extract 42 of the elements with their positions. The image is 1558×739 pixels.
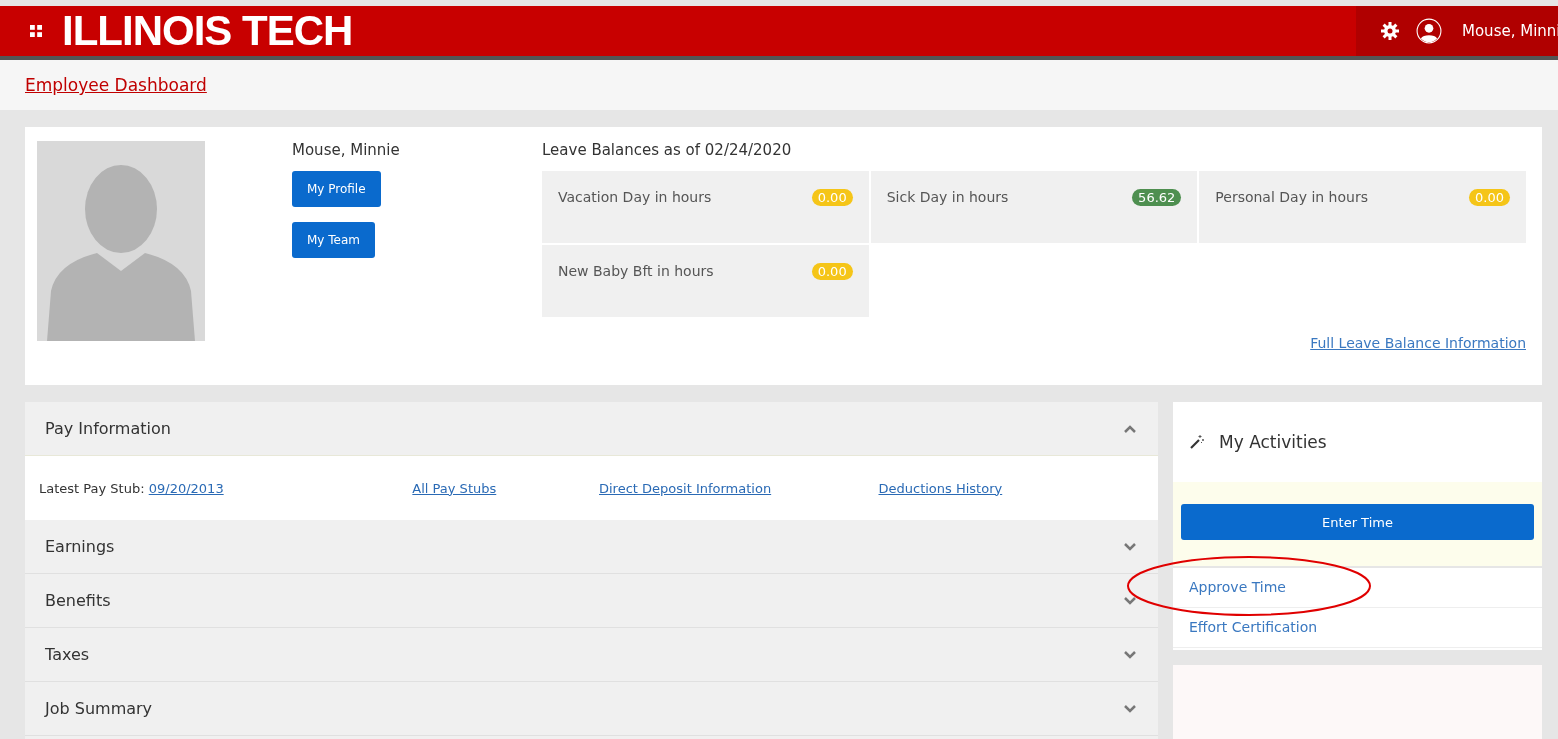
breadcrumb-link[interactable]: Employee Dashboard <box>25 75 207 95</box>
section-title: Taxes <box>45 645 90 664</box>
logo-text[interactable]: ILLINOIS TECH <box>62 7 353 55</box>
leave-balances-title: Leave Balances as of 02/24/2020 <box>542 141 793 159</box>
activity-link[interactable]: Approve Time <box>1173 568 1542 608</box>
activity-link[interactable]: Effort Certification <box>1173 608 1542 648</box>
hours-badge: 0.00 <box>1469 189 1510 206</box>
chevron-down-icon <box>1124 704 1136 713</box>
accordion-header[interactable]: Benefits <box>25 574 1158 628</box>
chevron-down-icon <box>1124 596 1136 605</box>
profile-button[interactable]: My Profile <box>292 171 381 207</box>
pay-stub-date-link[interactable]: 09/20/2013 <box>148 480 224 496</box>
pay-link[interactable]: Direct Deposit Information <box>599 480 879 496</box>
chevron-up-icon <box>1124 424 1136 433</box>
activities-title: My Activities <box>1219 432 1327 452</box>
hours-badge: 0.00 <box>811 263 853 280</box>
leave-type-label: New Baby Bft in hours <box>558 263 714 279</box>
profile-button[interactable]: My Team <box>292 222 375 258</box>
accordion-header[interactable]: Job Summary <box>25 682 1158 736</box>
employee-name: Mouse, Minnie <box>292 141 400 159</box>
pay-link[interactable]: Deductions History <box>878 480 1158 496</box>
leave-type-label: Sick Day in hours <box>886 189 1009 205</box>
app-grid-icon[interactable] <box>30 25 42 37</box>
accordion-header[interactable]: Earnings <box>25 520 1158 574</box>
enter-time-button[interactable]: Enter Time <box>1181 504 1534 540</box>
pay-link[interactable]: All Pay Stubs <box>412 480 599 496</box>
accordion-header[interactable]: Taxes <box>25 628 1158 682</box>
full-leave-balance-link[interactable]: Full Leave Balance Information <box>1310 335 1526 351</box>
magic-wand-icon <box>1189 434 1205 450</box>
section-title: Benefits <box>45 591 111 610</box>
chevron-down-icon <box>1124 650 1136 659</box>
leave-type-label: Vacation Day in hours <box>558 189 712 205</box>
settings-icon[interactable] <box>1380 21 1400 41</box>
leave-type-label: Personal Day in hours <box>1215 189 1368 205</box>
section-title: Job Summary <box>45 699 153 718</box>
pay-stub-label: Latest Pay Stub: <box>39 480 145 496</box>
user-avatar-icon[interactable] <box>1416 18 1442 44</box>
chevron-down-icon <box>1124 542 1136 551</box>
hours-badge: 56.62 <box>1132 189 1182 206</box>
section-title: Earnings <box>45 537 115 556</box>
hours-badge: 0.00 <box>811 189 853 206</box>
section-title: Pay Information <box>45 419 171 438</box>
